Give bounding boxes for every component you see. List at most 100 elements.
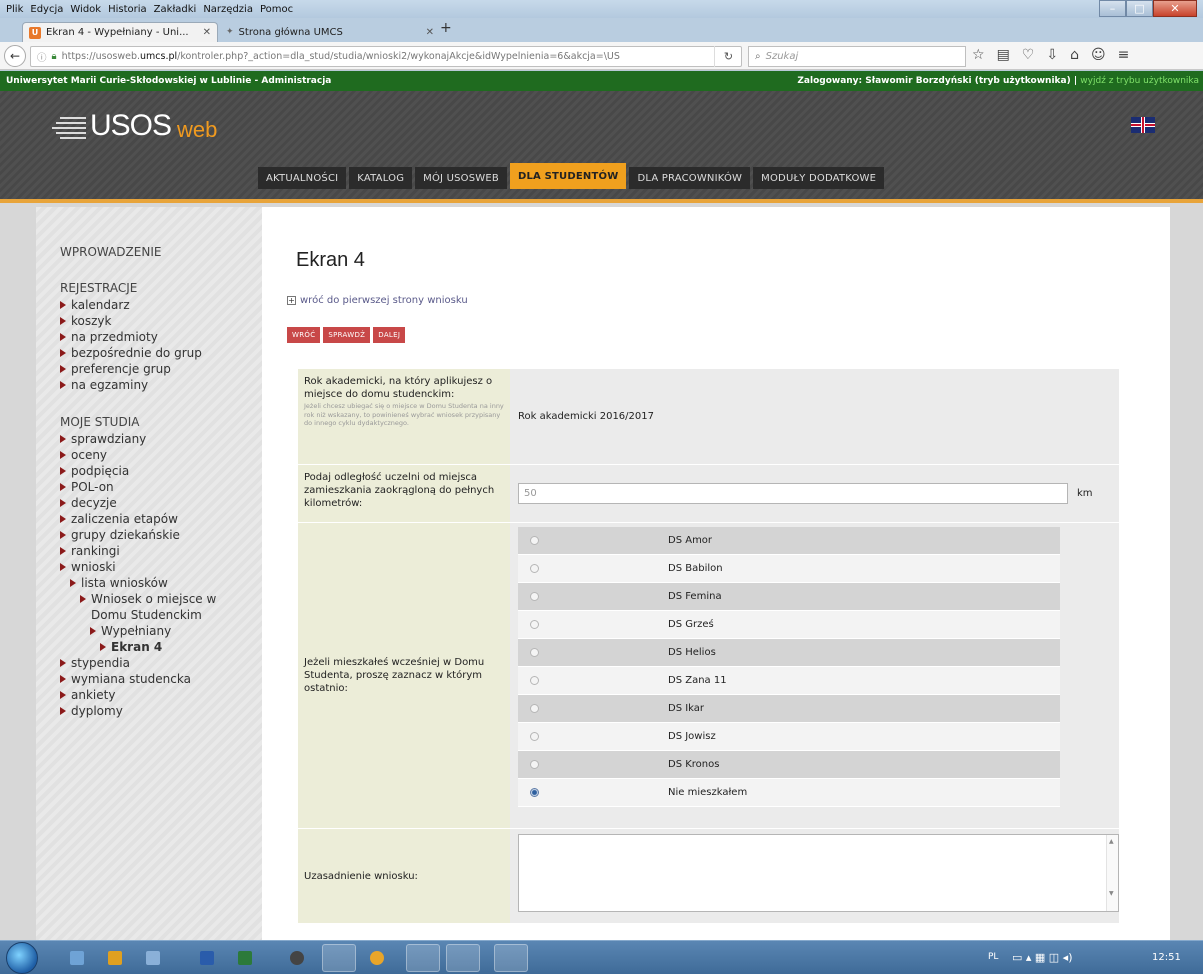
taskbar-app-button[interactable] bbox=[494, 944, 528, 972]
sidebar-item[interactable]: preferencje grup bbox=[60, 361, 262, 377]
sidebar-item[interactable]: koszyk bbox=[60, 313, 262, 329]
sidebar-intro[interactable]: WPROWADZENIE bbox=[60, 245, 262, 259]
dorm-option[interactable]: DS Kronos bbox=[518, 751, 1060, 779]
justification-textarea[interactable]: ▲ ▼ bbox=[518, 834, 1119, 912]
app-icon[interactable] bbox=[290, 951, 304, 965]
reading-list-icon[interactable]: ▤ bbox=[997, 47, 1010, 63]
back-button[interactable]: WRÓĆ bbox=[287, 327, 321, 343]
exit-user-mode-link[interactable]: wyjdź z trybu użytkownika bbox=[1080, 76, 1199, 86]
dorm-option[interactable]: DS Amor bbox=[518, 527, 1060, 555]
menu-edycja[interactable]: Edycja bbox=[30, 4, 63, 15]
radio-button[interactable] bbox=[530, 648, 539, 657]
sidebar-item-lista-wnioskow[interactable]: lista wniosków bbox=[60, 575, 262, 591]
menu-widok[interactable]: Widok bbox=[70, 4, 101, 15]
taskbar-app-button[interactable] bbox=[446, 944, 480, 972]
browser-ie-icon[interactable] bbox=[146, 951, 160, 965]
radio-button[interactable] bbox=[530, 676, 539, 685]
sidebar-item-wypelniany[interactable]: Wypełniany bbox=[60, 623, 262, 639]
close-tab-icon[interactable]: ✕ bbox=[203, 27, 211, 38]
radio-button[interactable] bbox=[530, 592, 539, 601]
dorm-option[interactable]: DS Jowisz bbox=[518, 723, 1060, 751]
reload-icon[interactable]: ↻ bbox=[714, 46, 742, 67]
word-icon[interactable] bbox=[200, 951, 214, 965]
excel-icon[interactable] bbox=[238, 951, 252, 965]
dorm-option[interactable]: DS Helios bbox=[518, 639, 1060, 667]
distance-input[interactable]: 50 bbox=[518, 483, 1068, 504]
dorm-option[interactable]: DS Zana 11 bbox=[518, 667, 1060, 695]
sidebar-item[interactable]: wnioski bbox=[60, 559, 262, 575]
english-flag-icon[interactable] bbox=[1131, 117, 1155, 133]
app-icon[interactable] bbox=[370, 951, 384, 965]
sidebar-item[interactable]: rankingi bbox=[60, 543, 262, 559]
usosweb-logo[interactable]: USOS web bbox=[52, 109, 217, 143]
close-tab-icon[interactable]: ✕ bbox=[426, 27, 434, 38]
sidebar-section-moje-studia[interactable]: MOJE STUDIA bbox=[60, 415, 262, 429]
menu-narzedzia[interactable]: Narzędzia bbox=[203, 4, 253, 15]
home-icon[interactable]: ⌂ bbox=[1070, 47, 1079, 63]
sidebar-item[interactable]: oceny bbox=[60, 447, 262, 463]
bookmark-star-icon[interactable]: ☆ bbox=[972, 47, 985, 63]
nav-dla-pracownikow[interactable]: DLA PRACOWNIKÓW bbox=[629, 167, 751, 189]
tab-umcs[interactable]: ✦ Strona główna UMCS ✕ bbox=[220, 22, 440, 42]
maximize-button[interactable]: □ bbox=[1126, 0, 1153, 17]
tray-icons[interactable]: ▭ ▴ ▦ ◫ ◂) bbox=[1012, 951, 1073, 964]
media-player-icon[interactable] bbox=[108, 951, 122, 965]
taskbar-app-button[interactable] bbox=[406, 944, 440, 972]
pocket-icon[interactable]: ♡ bbox=[1022, 47, 1035, 63]
textarea-scrollbar[interactable]: ▲ ▼ bbox=[1106, 835, 1118, 911]
sidebar-item-wniosek[interactable]: Wniosek o miejsce w bbox=[60, 591, 262, 607]
nav-dla-studentow[interactable]: DLA STUDENTÓW bbox=[509, 163, 627, 189]
back-to-first-page-link[interactable]: + wróć do pierwszej strony wniosku bbox=[287, 295, 468, 306]
sidebar-section-rejestracje[interactable]: REJESTRACJE bbox=[60, 281, 262, 295]
language-indicator[interactable]: PL bbox=[988, 952, 998, 962]
back-button[interactable]: ← bbox=[4, 45, 26, 67]
dorm-option[interactable]: DS Femina bbox=[518, 583, 1060, 611]
sidebar-item[interactable]: dyplomy bbox=[60, 703, 262, 719]
dorm-option[interactable]: DS Grześ bbox=[518, 611, 1060, 639]
sidebar-item[interactable]: decyzje bbox=[60, 495, 262, 511]
sidebar-item[interactable]: kalendarz bbox=[60, 297, 262, 313]
radio-button[interactable] bbox=[530, 536, 539, 545]
dorm-option-selected[interactable]: Nie mieszkałem bbox=[518, 779, 1060, 807]
radio-button[interactable] bbox=[530, 704, 539, 713]
minimize-button[interactable]: – bbox=[1099, 0, 1126, 17]
sidebar-item-ekran4[interactable]: Ekran 4 bbox=[60, 639, 262, 655]
nav-aktualnosci[interactable]: AKTUALNOŚCI bbox=[258, 167, 347, 189]
start-button[interactable] bbox=[6, 942, 38, 974]
menu-pomoc[interactable]: Pomoc bbox=[260, 4, 293, 15]
next-button[interactable]: DALEJ bbox=[373, 327, 406, 343]
sidebar-item[interactable]: na przedmioty bbox=[60, 329, 262, 345]
new-tab-button[interactable]: + bbox=[440, 20, 452, 36]
radio-button[interactable] bbox=[530, 760, 539, 769]
info-icon[interactable]: ⓘ bbox=[37, 50, 47, 64]
close-window-button[interactable]: ✕ bbox=[1153, 0, 1197, 17]
nav-moj-usosweb[interactable]: MÓJ USOSWEB bbox=[415, 167, 507, 189]
sidebar-item[interactable]: stypendia bbox=[60, 655, 262, 671]
radio-button[interactable] bbox=[530, 732, 539, 741]
sidebar-item[interactable]: podpięcia bbox=[60, 463, 262, 479]
radio-button-checked[interactable] bbox=[530, 788, 539, 797]
hello-icon[interactable]: ☺ bbox=[1091, 47, 1106, 63]
sidebar-item[interactable]: sprawdziany bbox=[60, 431, 262, 447]
clock[interactable]: 12:51 bbox=[1152, 952, 1181, 963]
menu-plik[interactable]: Plik bbox=[6, 4, 23, 15]
tab-ekran4[interactable]: U Ekran 4 - Wypełniany - Uni... ✕ bbox=[22, 22, 218, 42]
sidebar-item[interactable]: ankiety bbox=[60, 687, 262, 703]
dorm-option[interactable]: DS Ikar bbox=[518, 695, 1060, 723]
search-input[interactable]: ⌕ Szukaj bbox=[748, 46, 966, 67]
sidebar-item[interactable]: zaliczenia etapów bbox=[60, 511, 262, 527]
menu-historia[interactable]: Historia bbox=[108, 4, 147, 15]
hamburger-menu-icon[interactable]: ≡ bbox=[1118, 47, 1130, 63]
nav-moduly-dodatkowe[interactable]: MODUŁY DODATKOWE bbox=[753, 167, 885, 189]
menu-zakladki[interactable]: Zakładki bbox=[154, 4, 197, 15]
show-desktop-icon[interactable] bbox=[70, 951, 84, 965]
check-button[interactable]: SPRAWDŹ bbox=[323, 327, 371, 343]
sidebar-item[interactable]: na egzaminy bbox=[60, 377, 262, 393]
nav-katalog[interactable]: KATALOG bbox=[349, 167, 413, 189]
radio-button[interactable] bbox=[530, 564, 539, 573]
firefox-taskbar-button[interactable] bbox=[322, 944, 356, 972]
radio-button[interactable] bbox=[530, 620, 539, 629]
url-bar[interactable]: ⓘ 🔒︎ https://usosweb.umcs.pl/kontroler.p… bbox=[30, 46, 742, 67]
download-icon[interactable]: ⇩ bbox=[1046, 47, 1058, 63]
sidebar-item[interactable]: wymiana studencka bbox=[60, 671, 262, 687]
